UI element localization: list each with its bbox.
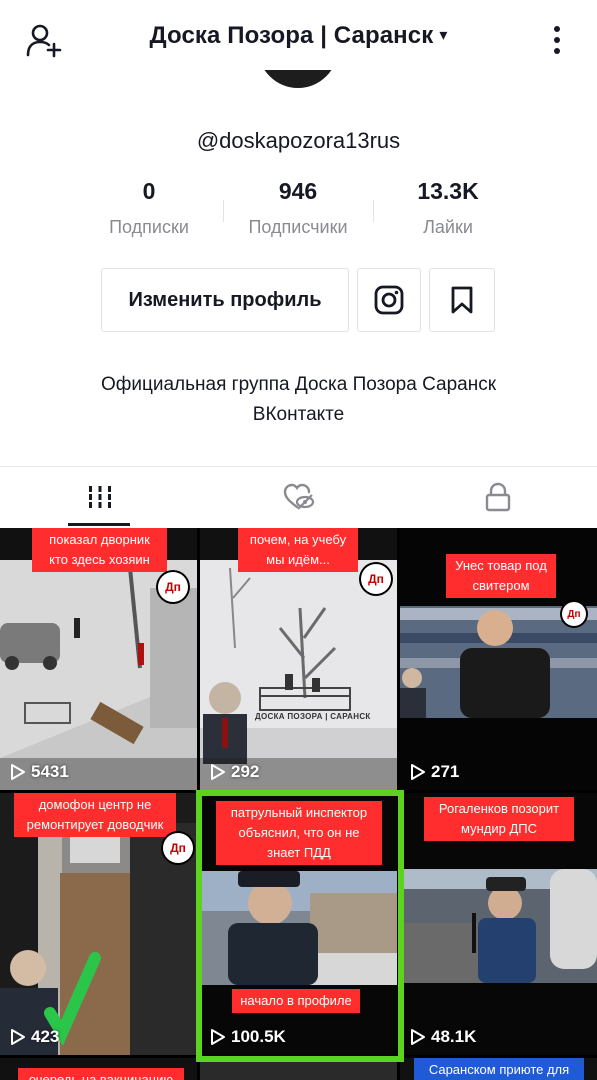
video-caption: Рогаленков позорит мундир ДПС — [424, 797, 574, 841]
chevron-down-icon: ▾ — [439, 27, 448, 44]
content-tabs — [0, 467, 597, 527]
play-icon — [11, 1029, 25, 1045]
view-count-value: 292 — [231, 762, 260, 781]
instagram-button[interactable] — [357, 268, 421, 332]
channel-badge: Дп — [163, 833, 193, 863]
video-thumbnail[interactable]: патрульный инспектор объяснил, что он не… — [200, 793, 397, 1055]
following-stat[interactable]: 0 Подписки — [74, 178, 224, 238]
view-count: 5431 — [10, 762, 69, 782]
view-count-value: 5431 — [31, 762, 69, 781]
followers-label: Подписчики — [248, 217, 348, 237]
video-grid: показал дворник кто здесь хозяин Дп 5431… — [0, 528, 597, 1080]
following-label: Подписки — [109, 217, 189, 237]
top-bar: Доска Позора | Саранск ▾ — [0, 0, 597, 80]
video-thumbnail[interactable]: Рогаленков позорит мундир ДПС 48.1K — [400, 793, 597, 1055]
video-caption: почем, на учебу мы идём... — [238, 528, 358, 572]
bio-line: Официальная группа Доска Позора Саранск — [100, 374, 497, 395]
video-caption: домофон центр не ремонтирует доводчик — [14, 793, 176, 837]
profile-handle: @doskapozora13rus — [196, 128, 401, 153]
more-options-button[interactable] — [535, 18, 579, 62]
play-icon — [11, 764, 25, 780]
video-thumbnail[interactable]: ДОСКА ПОЗОРА | САРАНСК почем, на учебу м… — [200, 528, 397, 790]
view-count-value: 48.1K — [431, 1027, 477, 1046]
instagram-icon — [374, 285, 404, 315]
channel-badge: Дп — [562, 602, 586, 626]
favorites-button[interactable] — [429, 268, 495, 332]
likes-label: Лайки — [423, 217, 473, 237]
view-count: 423 — [10, 1027, 59, 1047]
tab-videos[interactable] — [0, 467, 199, 527]
lock-icon — [485, 482, 510, 512]
video-thumbnail[interactable]: домофон центр не ремонтирует доводчик Дп… — [0, 793, 197, 1055]
video-thumbnail[interactable]: показал дворник кто здесь хозяин Дп 5431 — [0, 528, 197, 790]
video-caption: показал дворник кто здесь хозяин — [32, 528, 167, 572]
video-caption: начало в профиле — [232, 989, 360, 1013]
view-count-value: 271 — [431, 762, 460, 781]
bookmark-icon — [451, 286, 473, 314]
profile-stats: 0 Подписки 946 Подписчики 13.3K Лайки — [0, 178, 597, 248]
video-caption: Унес товар под свитером — [446, 554, 556, 598]
video-caption: Саранском приюте для — [414, 1058, 584, 1080]
edit-profile-button[interactable]: Изменить профиль — [101, 268, 349, 332]
view-count: 100.5K — [210, 1027, 286, 1047]
likes-stat[interactable]: 13.3K Лайки — [373, 178, 523, 238]
followers-count: 946 — [278, 178, 318, 204]
view-count: 271 — [410, 762, 459, 782]
video-thumbnail[interactable] — [200, 1058, 397, 1080]
video-watermark: ДОСКА ПОЗОРА | САРАНСК — [255, 712, 371, 721]
tab-private[interactable] — [398, 467, 597, 527]
channel-badge: Дп — [158, 572, 188, 602]
video-thumbnail[interactable]: Саранском приюте для — [400, 1058, 597, 1080]
play-icon — [411, 764, 425, 780]
account-switcher[interactable]: Доска Позора | Саранск ▾ — [0, 22, 597, 50]
likes-count: 13.3K — [417, 178, 479, 204]
play-icon — [411, 1029, 425, 1045]
view-count: 292 — [210, 762, 259, 782]
account-title: Доска Позора | Саранск — [149, 22, 434, 49]
view-count-value: 100.5K — [231, 1027, 286, 1046]
video-caption: очередь на вакцинацию — [18, 1068, 184, 1080]
bio-line: ВКонтакте — [252, 404, 345, 425]
view-count-value: 423 — [31, 1027, 60, 1046]
active-tab-indicator — [68, 523, 130, 526]
video-thumbnail[interactable]: Унес товар под свитером Дп 271 — [400, 528, 597, 790]
tab-liked[interactable] — [199, 467, 398, 527]
play-icon — [211, 1029, 225, 1045]
profile-bio: Официальная группа Доска Позора Саранск … — [0, 370, 597, 430]
following-count: 0 — [142, 178, 156, 204]
channel-badge: Дп — [361, 564, 391, 594]
view-count: 48.1K — [410, 1027, 476, 1047]
grid-icon — [88, 486, 111, 508]
play-icon — [211, 764, 225, 780]
liked-hidden-icon — [283, 483, 314, 510]
more-vertical-icon — [554, 26, 560, 54]
followers-stat[interactable]: 946 Подписчики — [223, 178, 373, 238]
video-caption: патрульный инспектор объяснил, что он не… — [216, 801, 382, 865]
video-thumbnail[interactable]: очередь на вакцинацию — [0, 1058, 197, 1080]
